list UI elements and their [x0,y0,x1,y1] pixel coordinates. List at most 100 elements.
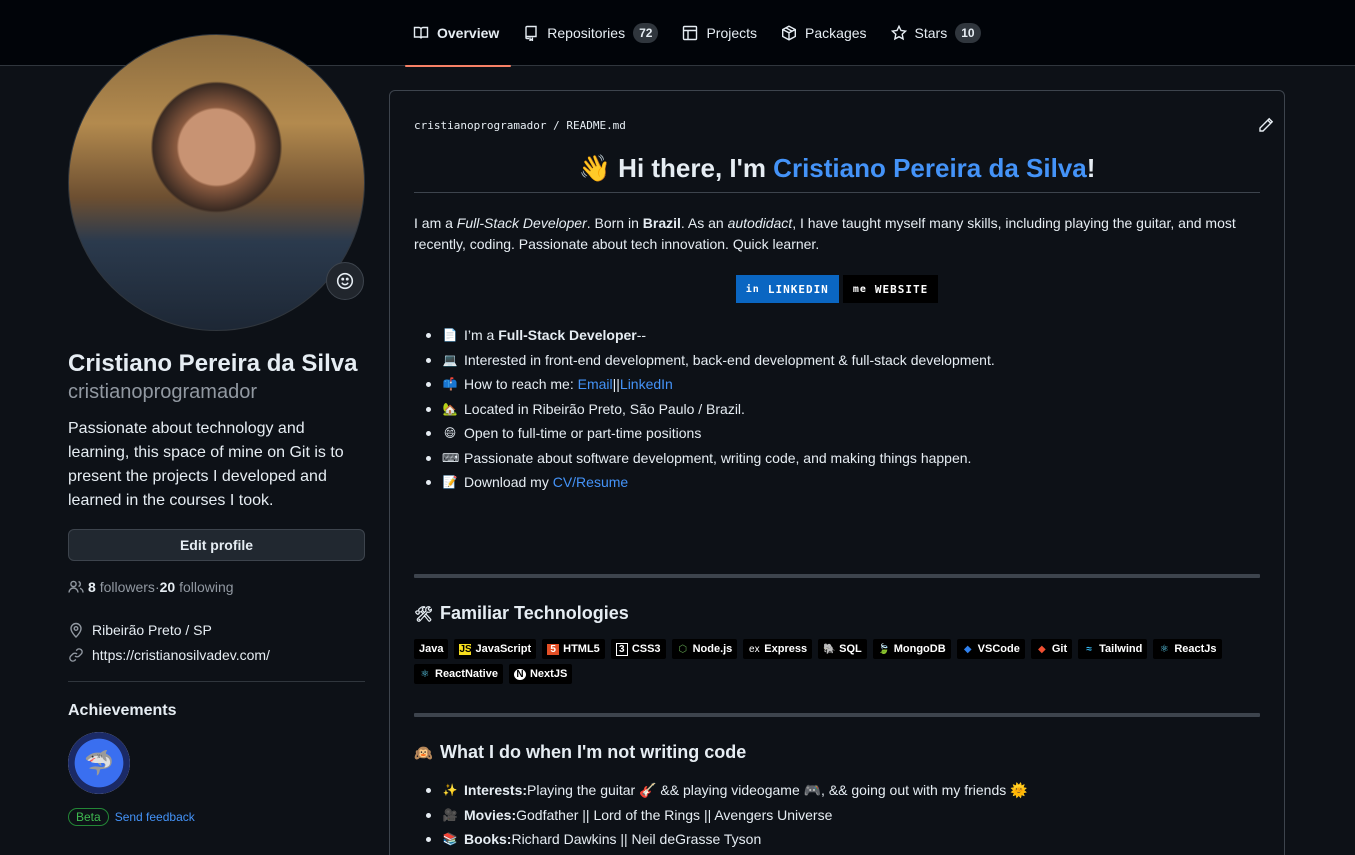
website-label: WEBSITE [874,282,929,296]
location-icon [70,622,82,638]
tech-badge-css3: 3 CSS3 [610,639,666,659]
tab-stars[interactable]: Stars 10 [883,0,993,66]
item-text: Passionate about software development, w… [464,449,972,466]
item-bold: Interests: [464,782,528,799]
mongodb-icon: 🍃 [877,643,891,655]
repositories-count-badge: 72 [633,23,659,43]
readme-intro: I am a Full-Stack Developer. Born in Bra… [414,213,1260,255]
table-icon [683,25,698,41]
tab-overview[interactable]: Overview [405,0,512,67]
item-text: Godfather || Lord of the Rings || Avenge… [516,806,833,823]
tech-badge-reactnative: ⚛ ReactNative [414,664,503,684]
list-item: ✨ Interests: Playing the guitar 🎸 && play… [426,778,1028,803]
readme-path-user[interactable]: cristianoprogramador [414,119,546,132]
tech-label: ReactJs [1174,643,1217,655]
tab-packages[interactable]: Packages [773,0,878,66]
tab-label: Projects [706,25,758,41]
avatar[interactable] [68,34,365,331]
website-button[interactable]: me WEBSITE [842,275,939,303]
item-text: || [612,376,620,393]
tech-label: Java [419,643,444,655]
beta-label: Beta [68,808,109,826]
tech-badge-javascript: JS JavaScript [454,639,537,659]
package-icon [782,25,797,41]
tech-badge-nodejs: ⬡ Node.js [671,639,738,659]
tech-label: MongoDB [893,643,946,655]
beta-feedback-row: Beta Send feedback [68,808,365,826]
tech-badge-html5: 5 HTML5 [542,639,605,659]
tech-label: CSS3 [631,643,661,655]
email-link[interactable]: Email [578,376,613,392]
hobby-list: ✨ Interests: Playing the guitar 🎸 && play… [426,778,1028,852]
list-item: ⌨ Passionate about software development, … [426,446,995,471]
tab-repositories[interactable]: Repositories 72 [515,0,670,66]
postgres-icon: 🐘 [823,643,836,655]
readme-path-file[interactable]: README.md [566,119,626,132]
set-status-button[interactable] [326,262,364,300]
intro-text: . As an [680,215,728,231]
intro-em: autodidact [727,215,793,231]
hobby-heading: 🙉 What I do when I'm not writing code [414,742,746,763]
tech-heading: 🛠 Familiar Technologies [414,603,629,624]
tech-badge-vscode: ◆ VSCode [956,639,1025,659]
tech-label: HTML5 [563,643,600,655]
profile-sidebar: Cristiano Pereira da Silva cristianoprog… [68,34,365,826]
list-item: 📄 I’m a Full-Stack Developer -- [426,323,995,348]
list-item: 📚 Books: Richard Dawkins || Neil deGrasse… [426,827,1028,852]
tech-label: ReactNative [435,668,498,680]
house-icon: 🏡 [442,401,458,416]
edit-profile-button[interactable]: Edit profile [68,529,365,561]
star-icon [890,25,907,41]
git-icon: ◆ [1038,643,1046,655]
tab-list: Overview Repositories 72 Projects Packag… [405,0,997,67]
followers-label: followers [99,579,155,595]
sidebar-divider [68,681,365,682]
shark-icon: 🦈 [84,749,114,777]
avatar-container [68,34,365,331]
title-name-link[interactable]: Cristiano Pereira da Silva [773,153,1087,183]
item-text: Playing the guitar 🎸 && playing videogam… [527,781,1028,798]
tab-projects[interactable]: Projects [674,0,769,66]
tech-label: Git [1051,643,1068,655]
edit-readme-button[interactable] [1258,117,1274,133]
readme-path-separator: / [546,119,567,132]
smile-icon: 😄 [443,426,457,441]
readme-title: 👋 Hi there, I'm Cristiano Pereira da Sil… [414,153,1260,193]
tech-heading-text: Familiar Technologies [440,603,629,623]
readme-path: cristianoprogramador / README.md [414,119,626,132]
tools-icon: 🛠 [414,605,434,623]
send-feedback-link[interactable]: Send feedback [115,810,195,824]
tech-badge-git: ◆ Git [1030,639,1073,659]
item-text: Download my [464,474,549,491]
html5-icon: 5 [547,643,560,655]
tech-badge-nextjs: N NextJS [508,664,573,684]
linkedin-button[interactable]: in LINKEDIN [735,275,839,303]
linkedin-link[interactable]: LinkedIn [620,376,673,392]
smiley-icon [336,272,354,290]
section-divider [414,574,1260,578]
memo-icon: 📝 [442,475,458,490]
intro-em: Full-Stack Developer [456,215,587,231]
tech-label: JavaScript [475,643,532,655]
achievement-badge[interactable]: 🦈 [68,732,130,794]
followers-link[interactable]: 8 followers [88,579,155,595]
tech-label: Express [764,643,808,655]
monkey-icon: 🙉 [414,744,433,762]
achievements-heading: Achievements [68,702,177,719]
people-icon [68,580,84,593]
social-buttons: in LINKEDIN me WEBSITE [414,275,1260,303]
tab-label: Stars [914,25,948,41]
profile-details: Ribeirão Preto / SP https://cristianosil… [68,617,365,667]
tech-badge-sql: 🐘 SQL [818,639,867,659]
me-icon: me [852,283,867,295]
website-link[interactable]: https://cristianosilvadev.com/ [92,647,270,663]
list-item: 🎥 Movies: Godfather || Lord of the Rings … [426,803,1028,828]
following-link[interactable]: 20 following [160,579,234,595]
react-native-icon: ⚛ [420,668,430,680]
vscode-icon: ◆ [963,643,972,655]
cv-resume-link[interactable]: CV/Resume [553,474,628,490]
nodejs-icon: ⬡ [678,643,687,655]
profile-bio: Passionate about technology and learning… [68,420,344,509]
item-bold: Books: [464,831,512,848]
tech-badge-express: ex Express [743,639,813,659]
